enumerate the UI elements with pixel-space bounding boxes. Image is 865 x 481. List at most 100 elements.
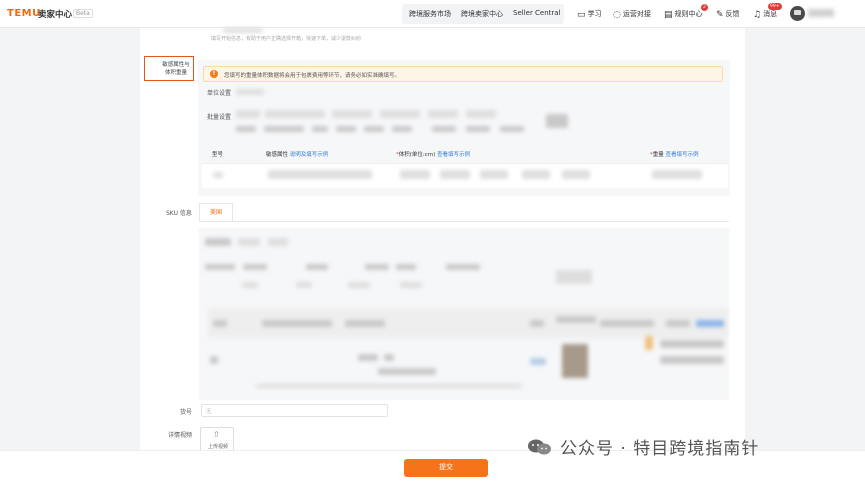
sku-blurred bbox=[530, 320, 544, 327]
sku-blurred bbox=[213, 320, 227, 327]
batch-setting-label: 批量设置 bbox=[207, 114, 232, 121]
sku-blurred bbox=[345, 320, 385, 327]
unit-setting-label: 单位设置 bbox=[207, 90, 232, 97]
cell-blurred[interactable] bbox=[268, 170, 372, 179]
messages-badge: 99+ bbox=[768, 3, 782, 10]
sku-blurred[interactable] bbox=[384, 354, 394, 361]
col-volume: *体积(单位:cm) 查看填写示例 bbox=[396, 152, 471, 158]
col-sensitive: 敏感属性 说明及填写示例 bbox=[266, 152, 329, 158]
sku-blurred[interactable] bbox=[205, 264, 235, 270]
tab-divider bbox=[199, 221, 729, 222]
sku-blurred[interactable] bbox=[396, 264, 416, 270]
sku-blurred[interactable] bbox=[242, 282, 258, 288]
batch-field[interactable] bbox=[236, 110, 260, 118]
batch-field[interactable] bbox=[392, 126, 412, 132]
sku-blurred[interactable] bbox=[296, 282, 312, 288]
batch-field[interactable] bbox=[466, 126, 490, 132]
rule-center-badge: 2 bbox=[701, 4, 708, 11]
cell-blurred[interactable] bbox=[562, 170, 590, 179]
nav-service-market[interactable]: 跨境服务市场 bbox=[409, 9, 451, 19]
batch-field[interactable] bbox=[332, 110, 372, 118]
upload-icon: ⇧ bbox=[213, 430, 220, 439]
batch-field[interactable] bbox=[428, 110, 458, 118]
sku-blurred bbox=[660, 340, 724, 348]
sku-blurred bbox=[645, 336, 653, 350]
feedback-icon: ✎ bbox=[716, 10, 724, 20]
cell-blurred[interactable] bbox=[213, 172, 223, 178]
batch-field[interactable] bbox=[364, 126, 384, 132]
cell-blurred[interactable] bbox=[440, 170, 470, 179]
model-no-label: 货号 bbox=[180, 409, 193, 416]
product-thumbnail[interactable] bbox=[562, 344, 588, 378]
col-model: 型号 bbox=[212, 152, 224, 158]
sku-blurred[interactable] bbox=[348, 282, 370, 288]
cell-blurred[interactable] bbox=[480, 170, 508, 179]
beta-badge: Beta bbox=[73, 9, 93, 18]
username-blurred[interactable] bbox=[808, 9, 834, 17]
nav-seller-central[interactable]: Seller Central bbox=[513, 9, 561, 17]
top-bar: TEMU 卖家中心 Beta 跨境服务市场 跨境卖家中心 Seller Cent… bbox=[0, 0, 865, 28]
batch-field[interactable] bbox=[336, 126, 356, 132]
batch-field[interactable] bbox=[236, 126, 256, 132]
sku-blurred[interactable] bbox=[358, 354, 378, 361]
sku-blurred[interactable] bbox=[306, 264, 328, 270]
nav-cross-border-seller[interactable]: 跨境卖家中心 bbox=[461, 9, 503, 19]
top-hint: 填写开始信息，有助于用户正确选择开箱，快速下单，减少退款纠纷 bbox=[211, 36, 362, 42]
sku-blurred[interactable] bbox=[446, 264, 480, 270]
sku-blurred[interactable] bbox=[243, 264, 267, 270]
sku-blurred[interactable] bbox=[530, 358, 546, 365]
sku-info-label: SKU 信息 bbox=[166, 210, 192, 217]
volume-example-link[interactable]: 查看填写示例 bbox=[437, 152, 470, 158]
cell-blurred[interactable] bbox=[522, 170, 550, 179]
batch-field[interactable] bbox=[500, 126, 524, 132]
model-no-input[interactable]: 无 bbox=[201, 404, 388, 417]
sku-link-blurred[interactable] bbox=[696, 320, 724, 327]
tool-ops-contact[interactable]: ◌ 运营对接 bbox=[613, 9, 651, 20]
tool-messages[interactable]: ♫ 消息 bbox=[753, 9, 777, 20]
unit-setting-value[interactable] bbox=[236, 89, 264, 95]
sku-blurred[interactable] bbox=[205, 238, 231, 246]
cell-blurred[interactable] bbox=[400, 170, 430, 179]
weight-alert: ! 您填写的重量体积数据将会用于包裹费用等环节，请务必如实准确填写。 bbox=[203, 66, 723, 82]
attr-table-header: 型号 敏感属性 说明及填写示例 *体积(单位:cm) 查看填写示例 *重量 查看… bbox=[202, 146, 728, 162]
sku-blurred bbox=[262, 320, 332, 327]
sku-blurred[interactable] bbox=[400, 282, 422, 288]
tool-rule-center[interactable]: ▤ 规则中心 bbox=[664, 9, 703, 20]
tool-feedback[interactable]: ✎ 反馈 bbox=[716, 9, 740, 20]
sku-blurred[interactable] bbox=[238, 238, 260, 246]
top-input-blurred[interactable] bbox=[223, 28, 263, 33]
warning-icon: ! bbox=[210, 70, 218, 78]
tool-learn[interactable]: ▭ 学习 bbox=[577, 9, 602, 20]
wechat-icon bbox=[528, 439, 551, 455]
submit-button[interactable]: 提交 bbox=[404, 459, 488, 477]
sku-blurred[interactable] bbox=[210, 356, 218, 364]
batch-field[interactable] bbox=[265, 110, 325, 118]
sku-blurred bbox=[556, 316, 596, 323]
detail-video-label: 详情视频 bbox=[168, 432, 193, 439]
cell-blurred[interactable] bbox=[652, 170, 702, 179]
sensitive-example-link[interactable]: 说明及填写示例 bbox=[290, 152, 329, 158]
batch-field[interactable] bbox=[264, 126, 304, 132]
avatar[interactable] bbox=[790, 6, 805, 21]
seller-center-title: 卖家中心 bbox=[38, 10, 73, 20]
batch-field[interactable] bbox=[432, 126, 456, 132]
batch-field[interactable] bbox=[466, 110, 496, 118]
sensitive-attr-label: 敏感属性与体积重量 bbox=[162, 62, 190, 76]
sku-blurred[interactable] bbox=[365, 264, 389, 270]
book-icon: ▭ bbox=[577, 10, 586, 20]
sku-blurred bbox=[666, 320, 690, 327]
sku-blurred bbox=[600, 320, 654, 327]
sku-blurred[interactable] bbox=[268, 238, 288, 246]
weight-example-link[interactable]: 查看填写示例 bbox=[666, 152, 699, 158]
tab-us[interactable]: 美国 bbox=[199, 203, 233, 222]
sku-blurred[interactable] bbox=[378, 368, 436, 375]
watermark-text: 公众号 · 特目跨境指南针 bbox=[560, 439, 760, 459]
batch-field[interactable] bbox=[312, 126, 328, 132]
batch-field[interactable] bbox=[380, 110, 420, 118]
batch-apply-button[interactable] bbox=[546, 114, 568, 128]
horizontal-scrollbar[interactable] bbox=[256, 384, 522, 388]
sku-blurred[interactable] bbox=[556, 270, 592, 284]
col-weight: *重量 查看填写示例 bbox=[650, 152, 699, 158]
chat-icon: ◌ bbox=[613, 10, 621, 20]
temu-logo[interactable]: TEMU bbox=[7, 8, 41, 19]
